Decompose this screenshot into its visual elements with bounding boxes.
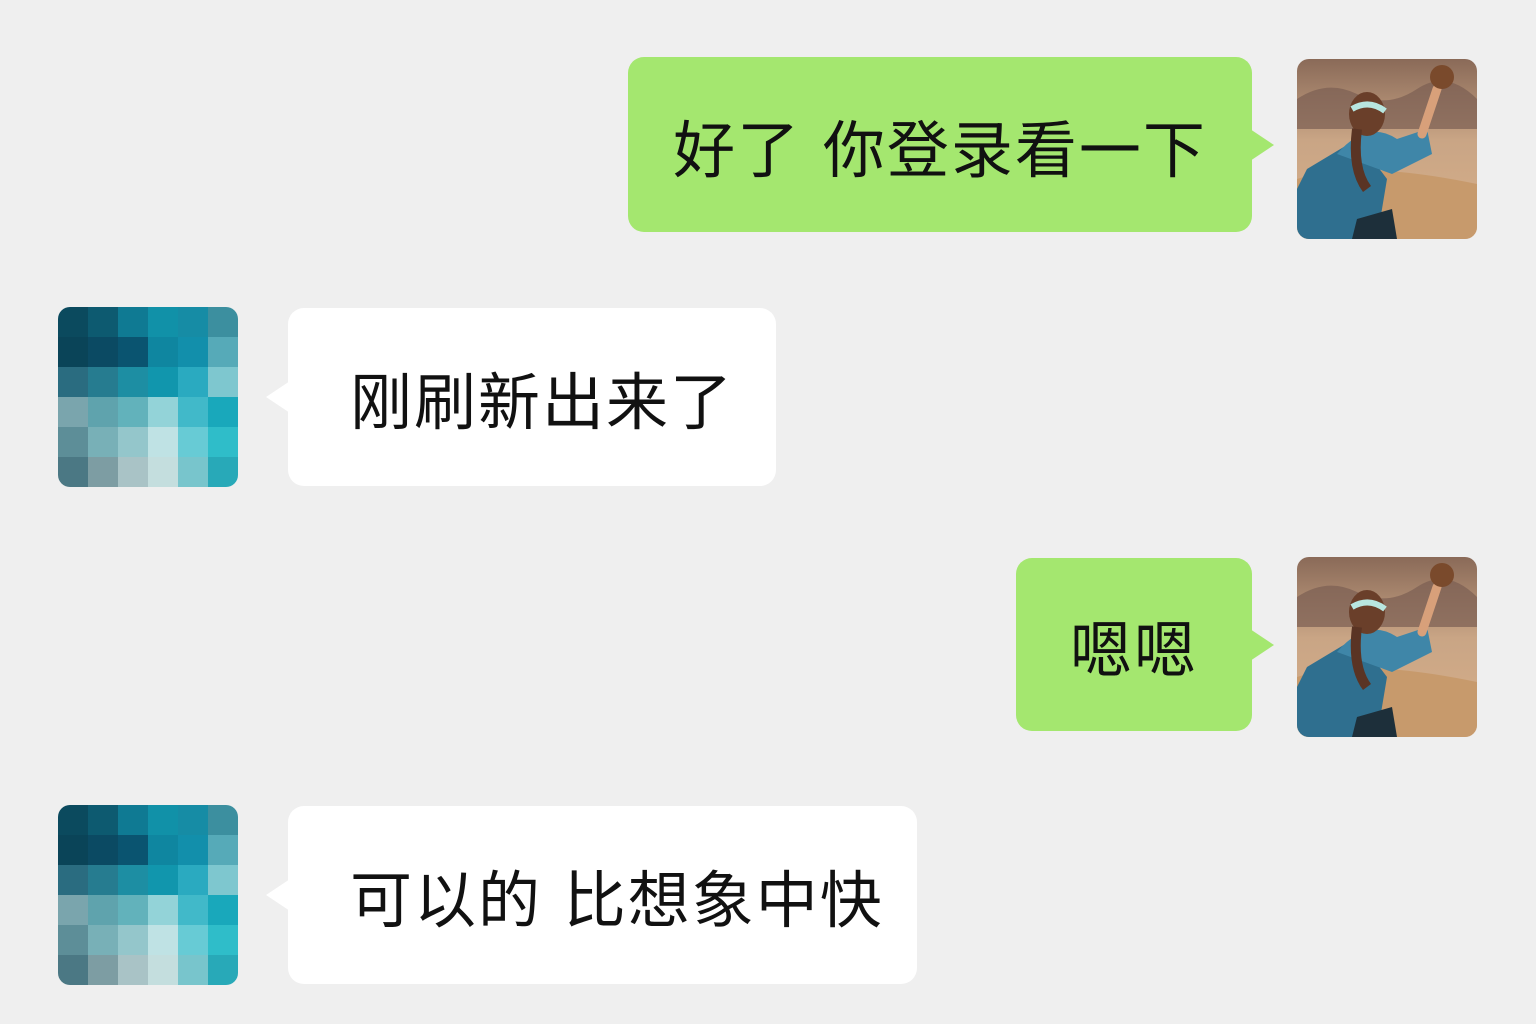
message-bubble-sent[interactable]: 好了 你登录看一下 xyxy=(628,57,1274,232)
self-avatar[interactable] xyxy=(1297,557,1477,737)
photo-avatar-icon xyxy=(1297,557,1477,737)
bubble-tail xyxy=(1250,628,1274,661)
message-bubble-sent[interactable]: 嗯嗯 xyxy=(1016,558,1274,731)
message-text: 刚刷新出来了 xyxy=(350,366,735,439)
contact-avatar[interactable] xyxy=(58,805,238,985)
photo-avatar-icon xyxy=(1297,59,1477,239)
bubble-tail xyxy=(1250,128,1274,161)
chat-message-list: 好了 你登录看一下 刚刷新出来了 嗯嗯 可以的 比想象中快 xyxy=(0,0,1536,1024)
contact-avatar[interactable] xyxy=(58,307,238,487)
message-bubble-received[interactable]: 刚刷新出来了 xyxy=(266,308,776,486)
pixelated-avatar-icon xyxy=(58,307,238,487)
pixelated-avatar-icon xyxy=(58,805,238,985)
bubble-tail xyxy=(266,381,290,413)
message-bubble-received[interactable]: 可以的 比想象中快 xyxy=(266,806,917,984)
message-text: 嗯嗯 xyxy=(1069,613,1198,687)
message-text: 好了 你登录看一下 xyxy=(673,113,1207,187)
self-avatar[interactable] xyxy=(1297,59,1477,239)
message-text: 可以的 比想象中快 xyxy=(350,864,884,937)
bubble-tail xyxy=(266,879,290,911)
